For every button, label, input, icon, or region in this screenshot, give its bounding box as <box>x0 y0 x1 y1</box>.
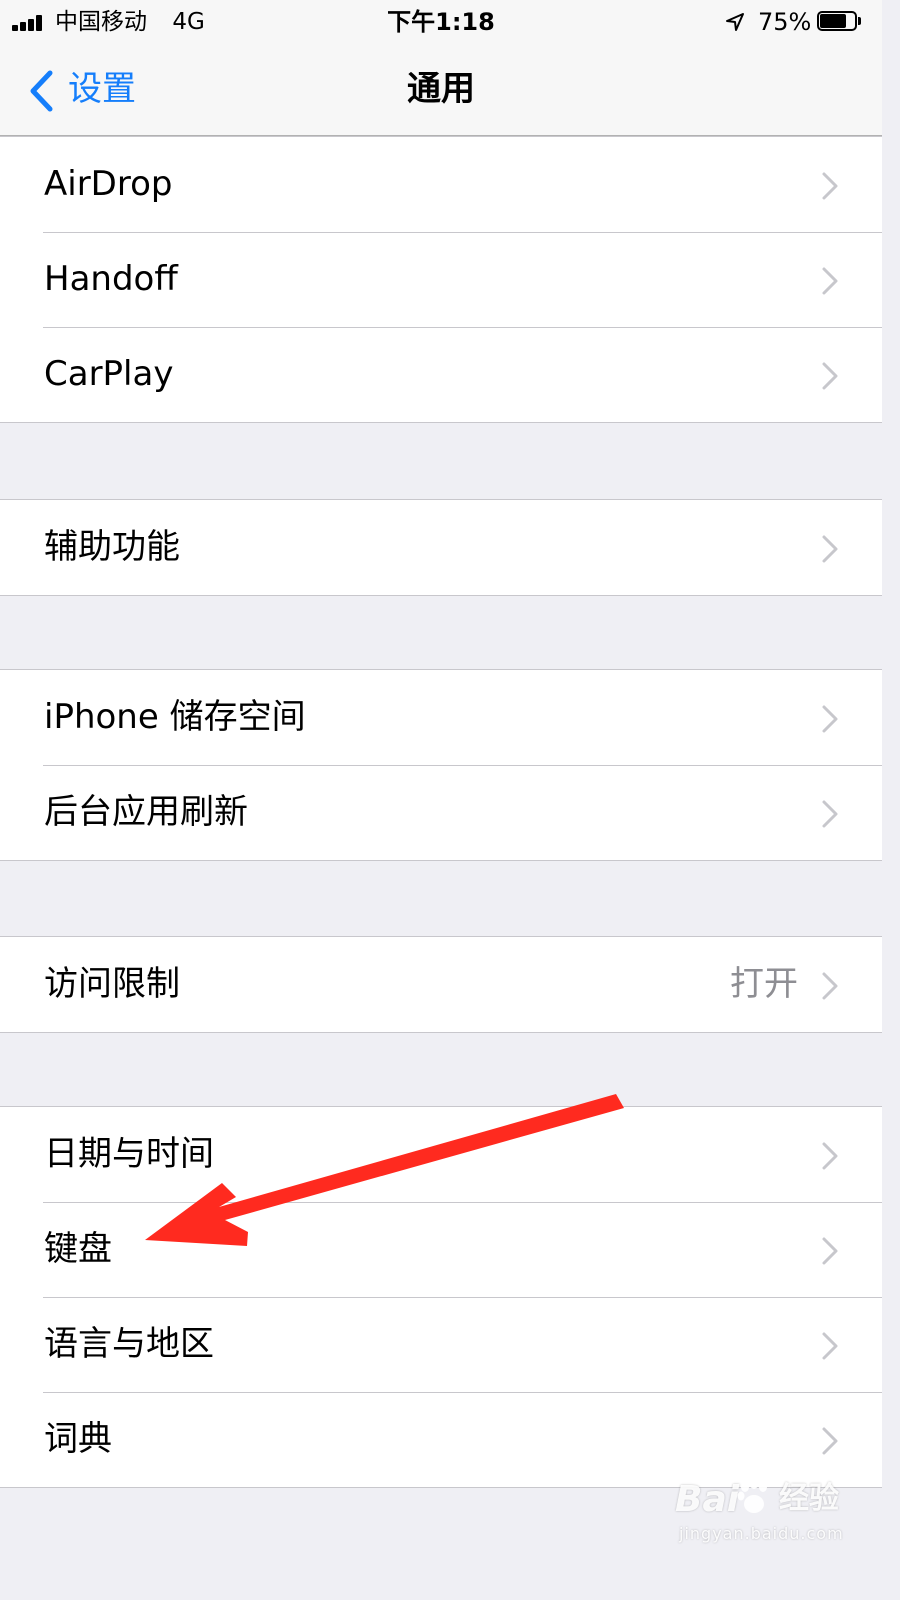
chevron-right-icon <box>822 972 838 1000</box>
list-item-label: 语言与地区 <box>44 1324 214 1364</box>
list-item-keyboard[interactable]: 键盘 <box>0 1202 882 1297</box>
settings-group: iPhone 储存空间 后台应用刷新 <box>0 669 882 861</box>
status-time: 下午1:18 <box>387 8 495 36</box>
chevron-right-icon <box>822 800 838 828</box>
status-bar: 中国移动 4G 下午1:18 75% <box>0 0 882 44</box>
chevron-right-icon <box>822 535 838 563</box>
battery-icon <box>817 11 861 31</box>
chevron-right-icon <box>822 1332 838 1360</box>
settings-group: 辅助功能 <box>0 499 882 596</box>
settings-group: 日期与时间 键盘 语言与地区 词典 <box>0 1106 882 1488</box>
list-item-handoff[interactable]: Handoff <box>0 232 882 327</box>
location-arrow-icon <box>726 13 744 31</box>
list-item-accessibility[interactable]: 辅助功能 <box>0 500 882 595</box>
chevron-right-icon <box>822 1142 838 1170</box>
list-item-label: 访问限制 <box>44 964 180 1004</box>
list-item-label: 辅助功能 <box>44 527 180 567</box>
chevron-right-icon <box>822 362 838 390</box>
list-item-label: iPhone 储存空间 <box>44 697 306 737</box>
list-item-dictionary[interactable]: 词典 <box>0 1392 882 1487</box>
watermark-logo: Bai 经验 jingyan.baidu.com <box>675 1476 855 1550</box>
chevron-right-icon <box>822 267 838 295</box>
watermark-brand: Bai <box>675 1479 740 1520</box>
list-item-label: 键盘 <box>44 1229 112 1269</box>
list-item-restrictions[interactable]: 访问限制 打开 <box>0 937 882 1032</box>
list-item-carplay[interactable]: CarPlay <box>0 327 882 422</box>
watermark-url: jingyan.baidu.com <box>679 1524 844 1543</box>
page-title: 通用 <box>407 69 475 109</box>
battery-percent: 75% <box>758 8 812 36</box>
list-item-date-time[interactable]: 日期与时间 <box>0 1107 882 1202</box>
settings-group: AirDrop Handoff CarPlay <box>0 136 882 423</box>
list-item-value: 打开 <box>730 964 798 1004</box>
paw-logo-icon <box>737 1479 767 1513</box>
list-item-language-region[interactable]: 语言与地区 <box>0 1297 882 1392</box>
watermark-brand-suffix: 经验 <box>779 1481 839 1516</box>
list-item-label: CarPlay <box>44 354 174 394</box>
chevron-right-icon <box>822 705 838 733</box>
list-item-iphone-storage[interactable]: iPhone 储存空间 <box>0 670 882 765</box>
list-item-label: AirDrop <box>44 164 173 204</box>
list-item-label: 词典 <box>44 1419 112 1459</box>
chevron-right-icon <box>822 172 838 200</box>
list-item-label: 日期与时间 <box>44 1134 214 1174</box>
battery-fill <box>820 14 846 28</box>
list-item-label: 后台应用刷新 <box>44 792 248 832</box>
list-item-airdrop[interactable]: AirDrop <box>0 137 882 232</box>
list-item-background-app-refresh[interactable]: 后台应用刷新 <box>0 765 882 860</box>
navigation-bar: 设置 通用 <box>0 44 882 136</box>
settings-group: 访问限制 打开 <box>0 936 882 1033</box>
list-item-label: Handoff <box>44 259 178 299</box>
chevron-right-icon <box>822 1427 838 1455</box>
chevron-right-icon <box>822 1237 838 1265</box>
